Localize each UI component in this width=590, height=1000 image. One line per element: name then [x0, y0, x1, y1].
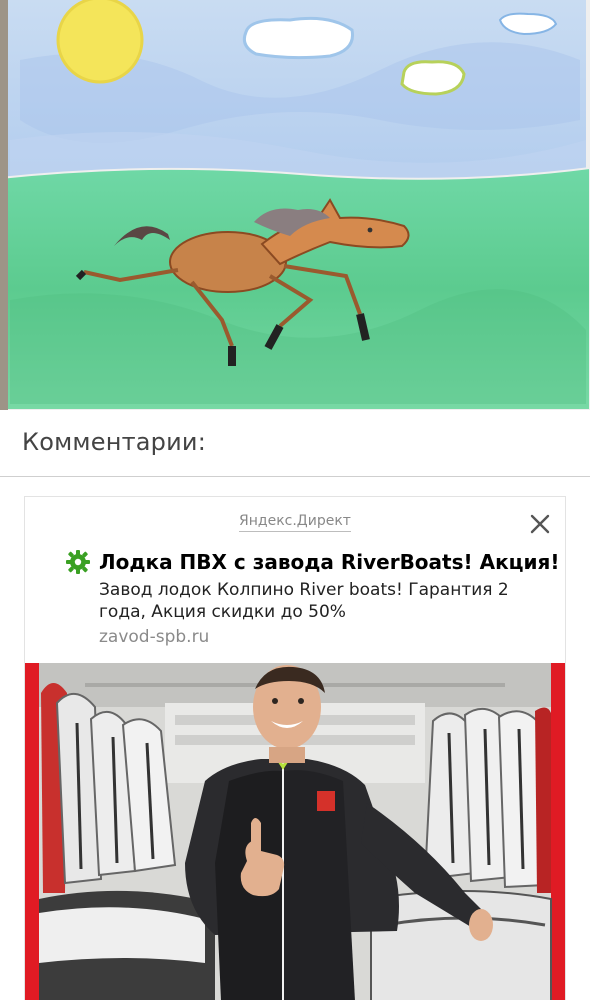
horse-drawing [0, 0, 590, 410]
close-icon[interactable] [529, 513, 551, 535]
ad-title-row[interactable]: Лодка ПВХ с завода RiverBoats! Акция! [65, 549, 559, 575]
divider [0, 476, 590, 477]
boats-photo [25, 663, 565, 1000]
ad-title-link[interactable]: Лодка ПВХ с завода RiverBoats! Акция! [99, 550, 559, 574]
ad-source-text[interactable]: Яндекс.Директ [239, 513, 351, 532]
ad-card[interactable]: Яндекс.Директ Лодка ПВХ с завода RiverBo… [24, 496, 566, 1000]
artwork-image[interactable] [0, 0, 590, 410]
ad-image[interactable] [25, 663, 565, 1000]
ad-domain[interactable]: zavod-spb.ru [99, 627, 209, 647]
gear-icon [65, 549, 91, 575]
ad-source-label[interactable]: Яндекс.Директ [25, 513, 565, 532]
comments-heading: Комментарии: [22, 428, 206, 456]
ad-description[interactable]: Завод лодок Колпино River boats! Гаранти… [99, 579, 539, 623]
